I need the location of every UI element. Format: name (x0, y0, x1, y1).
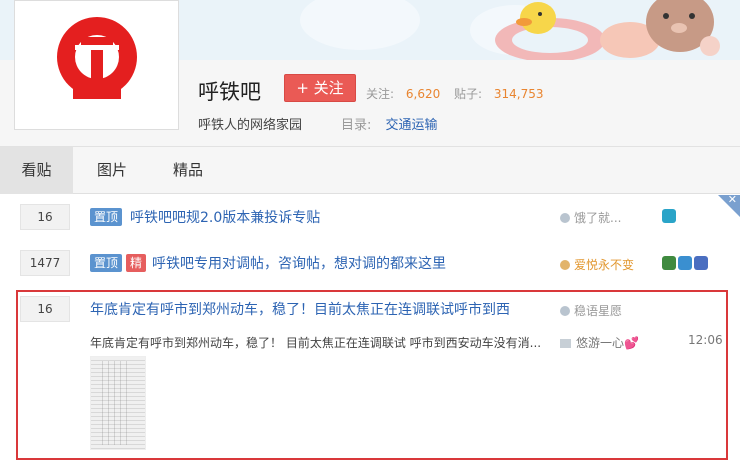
thread-author[interactable]: 爱悦永不变 (560, 256, 634, 273)
reply-count: 1477 (20, 250, 70, 276)
banner-cartoon-icon (495, 0, 720, 60)
user-icon (560, 306, 570, 316)
forum-slogan: 呼铁人的网络家园 (198, 118, 303, 133)
posts-label: 贴子: (454, 87, 483, 101)
author-name: 稳语星愿 (574, 304, 623, 318)
comment-icon (560, 339, 571, 348)
posts-stat: 贴子: 314,753 (454, 85, 544, 102)
user-icon (560, 213, 570, 223)
thread-author[interactable]: 稳语星愿 (560, 302, 622, 319)
catalog-link[interactable]: 交通运输 (386, 118, 438, 133)
thread-title[interactable]: 年底肯定有呼市到郑州动车，稳了！目前太焦正在连调联试呼市到西 (90, 299, 510, 319)
level-badge-icon (662, 209, 676, 223)
followers-count: 6,620 (405, 87, 441, 101)
posts-count: 314,753 (493, 87, 544, 101)
followers-label: 关注: (366, 87, 395, 101)
pinned-badge: 置顶 (90, 254, 123, 272)
level-badge-icon (678, 256, 692, 270)
thread-title[interactable]: 呼铁吧专用对调帖，咨询帖，想对调的都来这里 (152, 253, 446, 273)
thread-excerpt: 年底肯定有呼市到郑州动车，稳了！ 目前太焦正在连调联试 呼市到西安动车没有消..… (90, 336, 542, 350)
thread-thumbnail[interactable] (90, 356, 146, 450)
railway-logo-icon (57, 17, 137, 99)
tab-bar: 看贴 图片 精品 (0, 147, 740, 194)
reply-count: 16 (20, 296, 70, 322)
thread-title[interactable]: 呼铁吧吧规2.0版本兼投诉专贴 (130, 207, 320, 227)
author-name: 爱悦永不变 (574, 258, 635, 272)
reply-count: 16 (20, 204, 70, 230)
author-name: 饿了就... (574, 211, 622, 225)
level-badge-icon (694, 256, 708, 270)
banner-cloud (300, 0, 420, 50)
pinned-badge: 置顶 (90, 208, 123, 226)
last-reply[interactable]: 悠游一心💕 (560, 334, 639, 351)
thread-author[interactable]: 饿了就... (560, 209, 621, 226)
close-icon[interactable]: ✕ (728, 193, 737, 206)
tab-posts[interactable]: 看贴 (0, 147, 73, 194)
last-reply-time: 12:06 (688, 333, 723, 347)
last-reply-user: 悠游一心💕 (576, 336, 639, 350)
tab-featured[interactable]: 精品 (153, 147, 223, 194)
forum-name: 呼铁吧 (198, 80, 261, 104)
featured-badge: 精 (126, 254, 147, 272)
followers-stat: 关注: 6,620 (366, 85, 440, 102)
user-icon (560, 260, 570, 270)
follow-button[interactable]: + 关注 (284, 74, 356, 102)
forum-logo[interactable] (14, 0, 179, 130)
forum-catalog: 目录: 交通运输 (341, 114, 438, 133)
catalog-label: 目录: (341, 118, 372, 133)
level-badge-icon (662, 256, 676, 270)
tab-images[interactable]: 图片 (78, 147, 146, 194)
